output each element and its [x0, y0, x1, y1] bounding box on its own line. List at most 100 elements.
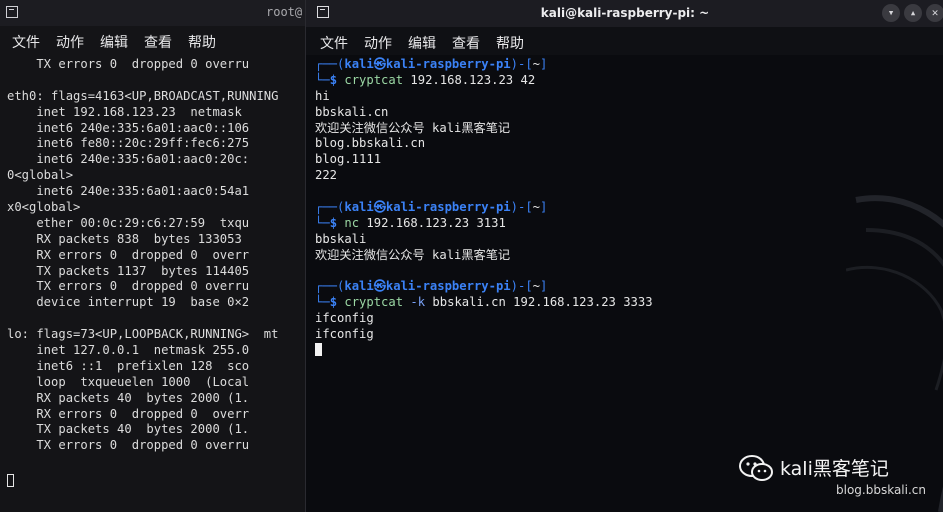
input-line[interactable]	[315, 343, 935, 359]
left-terminal-window[interactable]: root@ 文件 动作 编辑 查看 帮助 TX errors 0 dropped…	[0, 0, 305, 512]
menu-view[interactable]: 查看	[144, 32, 172, 52]
terminal-line: TX packets 1137 bytes 114405	[7, 263, 250, 278]
output-line: 222	[315, 168, 338, 183]
output-line: blog.1111	[315, 152, 382, 167]
terminal-line: x0<global>	[7, 200, 81, 215]
terminal-line: RX errors 0 dropped 0 overr	[7, 247, 250, 262]
command-name: cryptcat	[344, 295, 404, 310]
terminal-line: inet6 240e:335:6a01:aac0:54a1	[7, 184, 250, 199]
prompt-corner-bottom: └─	[315, 215, 330, 230]
prompt-dollar: $	[329, 215, 338, 230]
terminal-line: RX errors 0 dropped 0 overr	[7, 406, 250, 421]
right-menu-bar: 文件 动作 编辑 查看 帮助	[306, 27, 943, 55]
terminal-line: TX errors 0 dropped 0 overru	[7, 438, 250, 453]
prompt-dollar: $	[329, 72, 338, 87]
command-name: nc	[344, 215, 360, 230]
prompt-bracket: ]	[540, 279, 548, 294]
menu-view[interactable]: 查看	[452, 33, 480, 53]
left-title-bar[interactable]: root@	[0, 0, 305, 26]
wechat-watermark: kali黑客笔记 blog.bbskali.cn	[738, 452, 943, 512]
right-window-title: kali@kali-raspberry-pi: ~	[540, 6, 710, 20]
terminal-line: inet 127.0.0.1 netmask 255.0	[7, 343, 250, 358]
menu-file[interactable]: 文件	[320, 33, 348, 53]
prompt-line: ┌──(kali㉿kali-raspberry-pi)-[~]	[315, 279, 935, 295]
prompt-line: ┌──(kali㉿kali-raspberry-pi)-[~]	[315, 200, 935, 216]
output-line: 欢迎关注微信公众号 kali黑客笔记	[315, 120, 511, 135]
left-window-title: root@	[266, 5, 303, 19]
prompt-corner-bottom: └─	[315, 295, 330, 310]
terminal-line: eth0: flags=4163<UP,BROADCAST,RUNNING	[7, 88, 279, 103]
output-line: hi	[315, 88, 330, 103]
watermark-url: blog.bbskali.cn	[836, 483, 926, 497]
menu-action[interactable]: 动作	[56, 32, 84, 52]
prompt-user-host: kali㉿kali-raspberry-pi	[344, 57, 511, 71]
terminal-line: TX packets 40 bytes 2000 (1.	[7, 422, 250, 437]
prompt-separator: )-[	[510, 200, 533, 215]
prompt-corner: ┌──(	[315, 279, 345, 294]
terminal-line: inet 192.168.123.23 netmask	[7, 104, 242, 119]
output-line: bbskali	[315, 231, 367, 246]
prompt-directory: ~	[532, 57, 540, 71]
prompt-corner: ┌──(	[315, 57, 345, 71]
terminal-line: inet6 fe80::20c:29ff:fec6:275	[7, 136, 250, 151]
left-menu-bar: 文件 动作 编辑 查看 帮助	[0, 26, 305, 54]
terminal-line: inet6 240e:335:6a01:aac0:20c:	[7, 152, 250, 167]
prompt-dollar: $	[329, 295, 338, 310]
prompt-bracket: ]	[540, 57, 548, 71]
terminal-line: TX errors 0 dropped 0 overru	[7, 279, 250, 294]
prompt-bracket: ]	[540, 200, 548, 215]
prompt-directory: ~	[532, 200, 540, 215]
menu-edit[interactable]: 编辑	[100, 32, 128, 52]
terminal-line: inet6 ::1 prefixlen 128 sco	[7, 358, 250, 373]
prompt-separator: )-[	[510, 279, 533, 294]
command-args: 192.168.123.23 3131	[359, 215, 506, 230]
right-title-bar[interactable]: kali@kali-raspberry-pi: ~ ▾ ▴ ✕	[306, 0, 943, 27]
right-terminal-output[interactable]: ┌──(kali㉿kali-raspberry-pi)-[~] └─$ crypt…	[315, 57, 935, 359]
terminal-line: lo: flags=73<UP,LOOPBACK,RUNNING> mt	[7, 327, 279, 342]
terminal-line: RX packets 838 bytes 133053	[7, 231, 242, 246]
command-flag: -k	[403, 295, 426, 310]
maximize-button[interactable]: ▴	[904, 4, 922, 22]
prompt-user-host: kali㉿kali-raspberry-pi	[344, 200, 511, 215]
command-line: └─$ cryptcat 192.168.123.23 42	[315, 73, 935, 89]
wechat-icon	[739, 455, 773, 481]
watermark-name: kali黑客笔记	[780, 458, 889, 480]
output-line: ifconfig	[315, 311, 374, 326]
prompt-directory: ~	[532, 279, 540, 294]
close-button[interactable]: ✕	[926, 4, 943, 22]
prompt-line: ┌──(kali㉿kali-raspberry-pi)-[~]	[315, 57, 935, 73]
minimize-button[interactable]: ▾	[882, 4, 900, 22]
prompt-user-host: kali㉿kali-raspberry-pi	[344, 279, 511, 294]
terminal-icon	[6, 6, 18, 18]
menu-help[interactable]: 帮助	[496, 33, 524, 53]
prompt-corner-bottom: └─	[315, 72, 330, 87]
terminal-line: 0<global>	[7, 168, 74, 183]
output-line: ifconfig	[315, 327, 374, 342]
command-line: └─$ cryptcat -k bbskali.cn 192.168.123.2…	[315, 295, 935, 311]
terminal-line: loop txqueuelen 1000 (Local	[7, 374, 250, 389]
menu-action[interactable]: 动作	[364, 33, 392, 53]
prompt-corner: ┌──(	[315, 200, 345, 215]
output-line: bbskali.cn	[315, 104, 389, 119]
left-terminal-cursor	[7, 474, 14, 487]
terminal-cursor	[315, 343, 322, 357]
prompt-separator: )-[	[510, 57, 533, 71]
output-line: 欢迎关注微信公众号 kali黑客笔记	[315, 247, 511, 262]
command-args: bbskali.cn 192.168.123.23 3333	[425, 295, 653, 310]
command-args: 192.168.123.23 42	[403, 72, 536, 87]
command-name: cryptcat	[344, 72, 404, 87]
menu-file[interactable]: 文件	[12, 32, 40, 52]
right-terminal-window[interactable]: kali@kali-raspberry-pi: ~ ▾ ▴ ✕ 文件 动作 编辑…	[305, 0, 943, 512]
menu-edit[interactable]: 编辑	[408, 33, 436, 53]
terminal-line: RX packets 40 bytes 2000 (1.	[7, 390, 250, 405]
command-line: └─$ nc 192.168.123.23 3131	[315, 216, 935, 232]
terminal-line: inet6 240e:335:6a01:aac0::106	[7, 120, 250, 135]
terminal-line: device interrupt 19 base 0×2	[7, 295, 250, 310]
menu-help[interactable]: 帮助	[188, 32, 216, 52]
terminal-line: ether 00:0c:29:c6:27:59 txqu	[7, 215, 250, 230]
left-terminal-output[interactable]: TX errors 0 dropped 0 overru eth0: flags=…	[7, 57, 305, 454]
